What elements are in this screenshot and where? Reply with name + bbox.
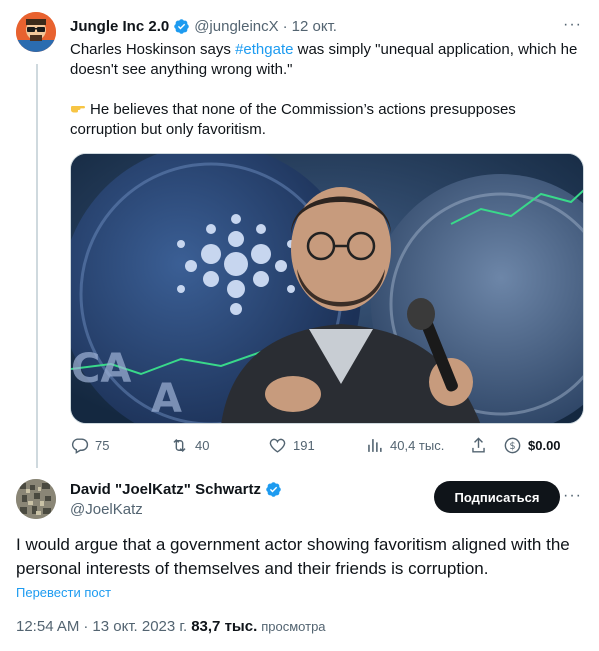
tip-icon: $ [504, 437, 521, 454]
repost-icon [173, 438, 186, 453]
repost-action[interactable]: 40 [170, 436, 209, 455]
like-icon [269, 438, 286, 453]
views-label: просмотра [261, 619, 326, 634]
views-count: 83,7 тыс. [191, 618, 258, 635]
tip-action[interactable]: $ $0.00 [503, 436, 561, 455]
tweet-time[interactable]: 12:54 AM [16, 618, 79, 635]
share-icon [472, 437, 485, 453]
reply-count: 75 [95, 438, 110, 453]
more-icon[interactable]: ··· [563, 487, 582, 505]
author-name[interactable]: Jungle Inc 2.0 [70, 18, 169, 35]
reply-icon [71, 438, 89, 454]
tweet-text-part: He believes that none of the Commission’… [70, 101, 516, 138]
tweet-text-part: Charles Hoskinson says [70, 41, 236, 58]
author-handle[interactable]: @JoelKatz [70, 501, 143, 518]
like-action[interactable]: 191 [268, 436, 315, 455]
tweet-text: I would argue that a government actor sh… [16, 535, 570, 578]
separator-dot: · [282, 17, 288, 35]
tweet-media-image[interactable]: CA A [70, 153, 584, 424]
tweet-actions-bar: 75 40 191 40,4 тыс. $ $0.00 [70, 436, 580, 456]
verified-badge-icon [265, 481, 282, 498]
follow-button[interactable]: Подписаться [434, 481, 560, 513]
svg-text:$: $ [509, 441, 515, 452]
tweet-meta: 12:54 AM · 13 окт. 2023 г. 83,7 тыс. про… [16, 618, 326, 635]
avatar[interactable] [16, 479, 56, 519]
media-overlay-text: CA [71, 346, 131, 392]
tweet-time[interactable]: 12 окт. [292, 18, 337, 35]
media-overlay-text: A [151, 376, 182, 422]
author-handle[interactable]: @jungleincX [194, 18, 278, 35]
reply-action[interactable]: 75 [70, 436, 109, 455]
tip-amount: $0.00 [528, 438, 561, 453]
views-action[interactable]: 40,4 тыс. [365, 436, 444, 455]
like-count: 191 [293, 438, 315, 453]
tweet-text: Charles Hoskinson says #ethgate was simp… [70, 40, 580, 140]
tweet-date[interactable]: 13 окт. 2023 г. [92, 618, 187, 635]
separator-dot: · [83, 618, 89, 635]
translate-post-link[interactable]: Перевести пост [16, 585, 111, 600]
pointing-hand-emoji-icon [70, 100, 86, 116]
avatar[interactable] [16, 12, 56, 52]
share-button[interactable] [469, 436, 494, 455]
hashtag-link[interactable]: #ethgate [235, 41, 293, 58]
author-name[interactable]: David "JoelKatz" Schwartz [70, 481, 261, 498]
views-count: 40,4 тыс. [390, 438, 445, 453]
verified-badge-icon [173, 18, 190, 35]
thread-connector-line [36, 64, 38, 468]
more-icon[interactable]: ··· [563, 16, 582, 34]
repost-count: 40 [195, 438, 210, 453]
views-icon [368, 439, 382, 452]
